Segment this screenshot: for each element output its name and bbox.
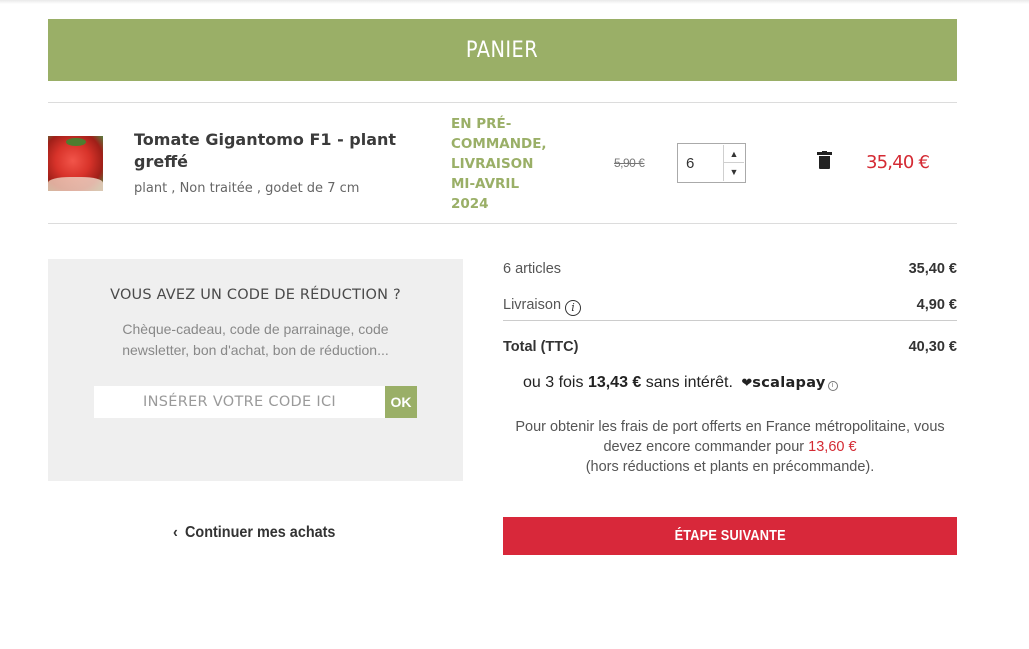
- top-shadow: [0, 0, 1029, 4]
- chevron-left-icon: ‹: [173, 524, 178, 541]
- shipping-label-wrap: Livraison i: [503, 297, 582, 316]
- chevron-up-icon: ▲: [729, 148, 739, 159]
- cart-header-banner: PANIER: [48, 19, 957, 81]
- divider: [48, 102, 957, 103]
- unit-price: 5,90 €: [614, 156, 645, 170]
- scalapay-logo: scalapay: [752, 375, 826, 391]
- promo-subtitle: Chèque-cadeau, code de parrainage, code …: [122, 321, 389, 358]
- chevron-down-icon: ▼: [729, 167, 739, 177]
- product-thumbnail[interactable]: [48, 136, 103, 191]
- shipping-amount: 4,90 €: [916, 297, 957, 313]
- articles-label: 6 articles: [503, 261, 562, 277]
- info-icon[interactable]: i: [827, 381, 838, 391]
- promo-title: VOUS AVEZ UN CODE DE RÉDUCTION ?: [110, 287, 401, 303]
- page-title: PANIER: [466, 37, 539, 63]
- scalapay-prefix: ou 3 fois: [523, 374, 584, 391]
- trash-lid: [817, 152, 832, 155]
- tomato-leaf-shape: [66, 138, 86, 146]
- total-amount: 40,30 €: [908, 339, 957, 355]
- free-shipping-note: (hors réductions et plants en précommand…: [585, 459, 875, 475]
- promo-code-input[interactable]: INSÉRER VOTRE CODE ICI: [94, 386, 385, 418]
- continue-shopping-link[interactable]: ‹ Continuer mes achats: [173, 524, 335, 542]
- quantity-stepper[interactable]: 6 ▲ ▼: [677, 143, 746, 183]
- next-step-button[interactable]: ÉTAPE SUIVANTE: [503, 517, 957, 555]
- scalapay-amount: 13,43 €: [587, 374, 642, 391]
- next-step-label: ÉTAPE SUIVANTE: [674, 528, 786, 544]
- decrement-button[interactable]: ▼: [723, 163, 744, 181]
- scalapay-installments[interactable]: ou 3 fois 13,43 € sans intérêt. ❤scalapa…: [523, 374, 838, 392]
- line-total: 35,40 €: [866, 152, 930, 173]
- product-name[interactable]: Tomate Gigantomo F1 - plant greffé: [134, 129, 404, 173]
- free-shipping-remaining: 13,60 €: [808, 439, 857, 455]
- availability-label: EN PRÉ-COMMANDE, LIVRAISON MI-AVRIL 2024: [451, 116, 547, 212]
- product-attributes: plant , Non traitée , godet de 7 cm: [134, 181, 360, 196]
- total-label: Total (TTC): [503, 339, 579, 355]
- increment-button[interactable]: ▲: [723, 145, 744, 163]
- divider: [48, 223, 957, 224]
- articles-amount: 35,40 €: [908, 261, 957, 277]
- info-icon[interactable]: i: [565, 300, 582, 316]
- trash-body: [819, 156, 830, 169]
- trash-icon[interactable]: [817, 151, 832, 170]
- continue-label: Continuer mes achats: [184, 524, 336, 541]
- quantity-input[interactable]: 6: [686, 155, 694, 172]
- promo-code-panel: VOUS AVEZ UN CODE DE RÉDUCTION ? Chèque-…: [48, 259, 463, 481]
- free-shipping-notice: Pour obtenir les frais de port offerts e…: [503, 417, 957, 477]
- heart-icon: ❤: [741, 375, 753, 390]
- promo-ok-button[interactable]: OK: [385, 386, 417, 418]
- scalapay-suffix: sans intérêt.: [645, 374, 733, 391]
- shipping-label: Livraison: [503, 297, 562, 313]
- divider: [503, 320, 957, 321]
- free-shipping-text: Pour obtenir les frais de port offerts e…: [515, 419, 945, 455]
- hand-shape: [48, 177, 103, 191]
